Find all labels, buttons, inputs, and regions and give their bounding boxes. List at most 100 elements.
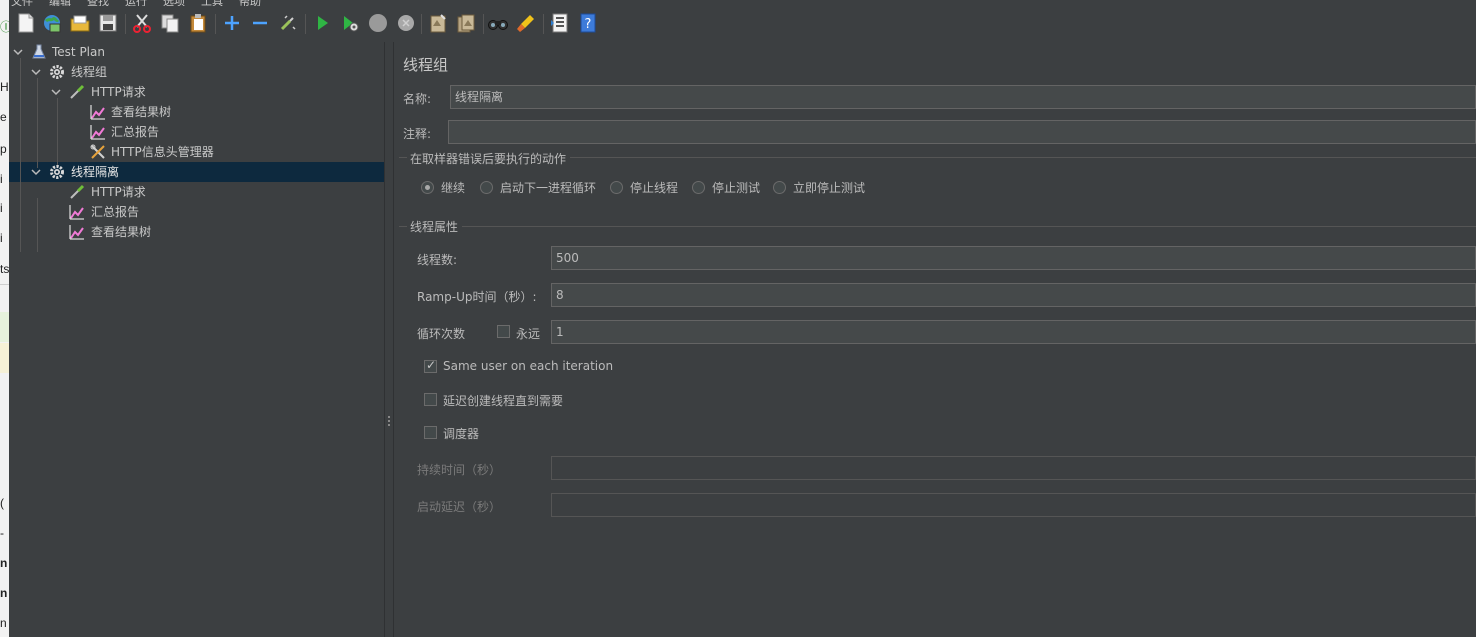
loop-count-label: 循环次数 — [417, 327, 466, 341]
delay-thread-creation-checkbox[interactable] — [424, 393, 437, 406]
tree-node-label: 查看结果树 — [91, 225, 152, 239]
tree-node-label: 线程隔离 — [71, 165, 120, 179]
scheduler-checkbox[interactable] — [424, 426, 437, 439]
sliver-glyph: ts — [0, 262, 9, 276]
threads-input[interactable]: 500 — [551, 246, 1476, 270]
sliver-glyph: - — [0, 526, 4, 540]
reset-search-icon[interactable] — [515, 12, 537, 34]
start-no-pause-icon[interactable] — [339, 12, 361, 34]
duration-label: 持续时间（秒） — [417, 463, 502, 477]
copy-icon[interactable] — [159, 12, 181, 34]
thread-properties-section-title: 线程属性 — [410, 220, 459, 234]
chevron-down-icon[interactable] — [30, 162, 42, 182]
duration-input[interactable] — [551, 456, 1476, 480]
cut-icon[interactable] — [131, 12, 153, 34]
tree-guide-line — [57, 98, 58, 168]
name-label: 名称: — [403, 92, 432, 106]
sliver-glyph: n — [0, 586, 8, 600]
test-plan-tree: Test Plan 线程组 HTTP请求 查看结果树 汇总报告 HTTP信息头管… — [9, 42, 384, 637]
pipette-icon — [70, 184, 85, 199]
templates-icon[interactable] — [41, 12, 63, 34]
sliver-glyph: e — [0, 110, 7, 124]
thread-group-panel: 线程组 名称: 线程隔离 注释: 在取样器错误后要执行的动作 继续 启动下一进程… — [394, 42, 1476, 637]
toolbar-separator — [215, 14, 216, 34]
sliver-glyph: i — [0, 201, 3, 215]
chart-icon — [90, 125, 105, 140]
rampup-input[interactable]: 8 — [551, 283, 1476, 307]
gear-icon — [50, 165, 64, 179]
delay-thread-creation-label: 延迟创建线程直到需要 — [443, 394, 564, 408]
toolbar: ? — [9, 6, 1476, 43]
radio-start-next-loop[interactable] — [480, 181, 493, 194]
help-icon[interactable]: ? — [577, 12, 599, 34]
radio-stop-test[interactable] — [692, 181, 705, 194]
test-plan-icon — [32, 44, 46, 59]
toggle-icon[interactable] — [277, 12, 299, 34]
same-user-checkbox[interactable] — [424, 358, 437, 373]
split-pane-divider[interactable] — [384, 42, 394, 637]
search-icon[interactable] — [487, 12, 509, 34]
group-border — [399, 157, 407, 158]
sliver-glyph: ( — [0, 496, 4, 510]
new-icon[interactable] — [15, 12, 37, 34]
clear-all-icon[interactable] — [455, 12, 477, 34]
function-helper-icon[interactable] — [549, 12, 571, 34]
chart-icon — [90, 105, 105, 120]
shutdown-icon[interactable] — [395, 12, 417, 34]
rampup-label: Ramp-Up时间（秒）: — [417, 290, 537, 304]
grip-dot — [388, 424, 390, 426]
tree-node-label: HTTP信息头管理器 — [111, 145, 214, 159]
chevron-down-icon[interactable] — [12, 42, 24, 62]
tree-guide-line — [37, 78, 38, 168]
expand-icon[interactable] — [221, 12, 243, 34]
startup-delay-input[interactable] — [551, 493, 1476, 517]
name-input[interactable]: 线程隔离 — [450, 85, 1476, 109]
radio-stop-test-now[interactable] — [773, 181, 786, 194]
tree-node-label: 汇总报告 — [111, 125, 160, 139]
chart-icon — [69, 225, 84, 240]
chevron-down-icon[interactable] — [30, 62, 42, 82]
collapse-icon[interactable] — [249, 12, 271, 34]
toolbar-separator — [305, 14, 306, 34]
tree-node-label: Test Plan — [52, 45, 105, 59]
startup-delay-label: 启动延迟（秒） — [417, 500, 502, 514]
save-icon[interactable] — [97, 12, 119, 34]
tree-node-label: 线程组 — [71, 65, 108, 79]
tree-node-label: HTTP请求 — [91, 85, 146, 99]
error-action-section-title: 在取样器错误后要执行的动作 — [410, 152, 567, 166]
group-border — [462, 226, 1476, 227]
toolbar-separator — [543, 14, 544, 34]
paste-icon[interactable] — [187, 12, 209, 34]
sliver-glyph: n — [0, 616, 7, 630]
sliver-band — [0, 343, 9, 373]
forever-checkbox[interactable] — [497, 325, 510, 338]
sliver-band — [0, 312, 9, 342]
start-icon[interactable] — [311, 12, 333, 34]
toolbar-separator — [125, 14, 126, 34]
loop-count-input[interactable]: 1 — [551, 320, 1476, 344]
stop-icon[interactable] — [367, 12, 389, 34]
open-icon[interactable] — [69, 12, 91, 34]
threads-label: 线程数: — [417, 253, 458, 267]
comment-label: 注释: — [403, 127, 432, 141]
grip-dot — [388, 416, 390, 418]
radio-label-start-next-loop: 启动下一进程循环 — [500, 181, 597, 195]
radio-label-continue: 继续 — [441, 181, 466, 195]
sliver-glyph: n — [0, 556, 8, 570]
chevron-down-icon[interactable] — [50, 82, 62, 102]
forever-label: 永远 — [516, 327, 541, 341]
background-window-sliver: Ⓘ H e p i i i ts ( - n n n — [0, 0, 9, 637]
comment-input[interactable] — [448, 120, 1476, 144]
grip-dot — [388, 420, 390, 422]
gear-icon — [50, 65, 64, 79]
radio-label-stop-thread: 停止线程 — [630, 181, 679, 195]
radio-label-stop-test-now: 立即停止测试 — [793, 181, 866, 195]
tree-node-label: HTTP请求 — [91, 185, 146, 199]
clear-icon[interactable] — [427, 12, 449, 34]
radio-stop-thread[interactable] — [610, 181, 623, 194]
radio-continue[interactable] — [421, 181, 434, 194]
scheduler-label: 调度器 — [443, 427, 480, 441]
tree-guide-line — [20, 58, 21, 252]
page-title: 线程组 — [403, 56, 449, 74]
chart-icon — [69, 205, 84, 220]
